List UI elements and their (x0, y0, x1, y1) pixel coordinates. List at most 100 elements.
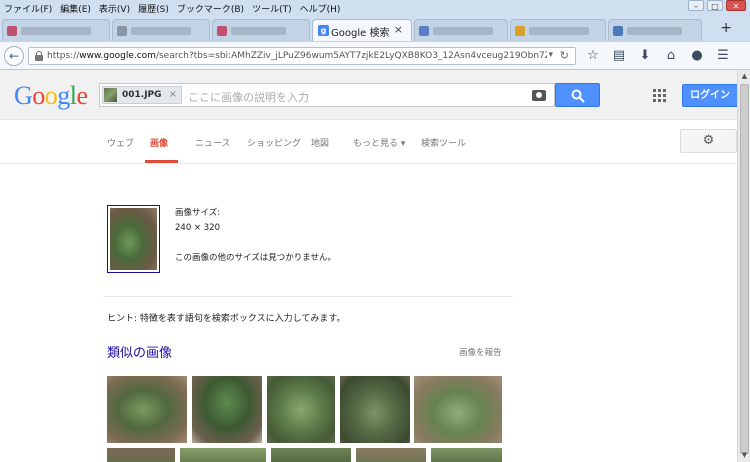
browser-chrome: ファイル(F) 編集(E) 表示(V) 履歴(S) ブックマーク(B) ツール(… (0, 0, 750, 70)
search-placeholder[interactable]: ここに画像の説明を入力 (188, 89, 309, 105)
tab-web[interactable]: ウェブ (107, 136, 134, 149)
browser-window: ファイル(F) 編集(E) 表示(V) 履歴(S) ブックマーク(B) ツール(… (0, 0, 750, 462)
menu-file[interactable]: ファイル(F) (4, 2, 52, 15)
scroll-up-arrow-icon[interactable]: ▲ (738, 70, 750, 83)
query-thumbnail (104, 88, 117, 102)
apps-grid-icon[interactable] (653, 89, 666, 102)
menu-bar: ファイル(F) 編集(E) 表示(V) 履歴(S) ブックマーク(B) ツール(… (0, 0, 340, 16)
query-image-preview[interactable] (107, 205, 160, 273)
google-logo[interactable]: Google (14, 81, 88, 111)
tab-favicon (217, 26, 227, 36)
search-tabs: ウェブ 画像 ニュース ショッピング 地図 もっと見る ▾ 検索ツール ⚙ (0, 121, 745, 164)
tab-search-tools[interactable]: 検索ツール (421, 136, 466, 149)
tab-maps[interactable]: 地図 (311, 136, 329, 149)
active-tab-indicator (145, 160, 178, 163)
tab-favicon (419, 26, 429, 36)
tab-images[interactable]: 画像 (150, 136, 168, 149)
menu-help[interactable]: ヘルプ(H) (300, 2, 341, 15)
similar-image-thumbnail[interactable] (267, 376, 335, 443)
tab-blurred-6[interactable] (608, 19, 702, 41)
new-tab-button[interactable]: + (720, 20, 732, 36)
reading-list-icon[interactable]: ▤ (610, 47, 628, 65)
url-path: /search?tbs=sbi:AMhZZiv_jLPuZ96wum5AYT7z… (155, 51, 547, 61)
similar-image-thumbnail[interactable] (107, 376, 187, 443)
settings-gear-icon[interactable]: ⚙ (680, 129, 737, 153)
home-icon[interactable]: ⌂ (662, 47, 680, 65)
menu-tools[interactable]: ツール(T) (252, 2, 292, 15)
tab-blurred-title (627, 27, 682, 35)
navigation-bar: ← https://www.google.com/search?tbs=sbi:… (0, 41, 750, 69)
minimize-button[interactable]: – (688, 0, 704, 11)
search-hint: ヒント: 特徴を表す語句を検索ボックスに入力してみます。 (107, 314, 346, 324)
similar-image-thumbnail[interactable] (107, 448, 175, 462)
tab-strip: g Google 検索 × + (0, 17, 750, 41)
back-arrow-icon[interactable]: ← (4, 46, 24, 66)
hamburger-menu-icon[interactable]: ☰ (714, 47, 732, 65)
image-size-label: 画像サイズ: (175, 208, 221, 218)
divider (103, 296, 513, 297)
tab-blurred-2[interactable] (112, 19, 210, 41)
scrollbar-thumb[interactable] (740, 84, 749, 454)
similar-image-thumbnail[interactable] (192, 376, 262, 443)
tab-blurred-title (433, 27, 493, 35)
tab-blurred-title (529, 27, 589, 35)
tab-favicon (515, 26, 525, 36)
search-box[interactable]: 001.JPG × ここに画像の説明を入力 (99, 83, 555, 107)
url-host: www.google.com (79, 51, 156, 61)
similar-image-thumbnail[interactable] (340, 376, 410, 443)
tab-close-icon[interactable]: × (394, 23, 403, 36)
url-scheme: https:// (47, 51, 80, 61)
google-favicon-icon: g (318, 25, 329, 36)
google-header: Google 001.JPG × ここに画像の説明を入力 ログイン (0, 70, 745, 120)
bookmark-star-icon[interactable]: ☆ (584, 47, 602, 65)
query-filename: 001.JPG (122, 90, 162, 100)
tab-favicon (117, 26, 127, 36)
similar-image-thumbnail[interactable] (431, 448, 502, 462)
tab-blurred-title (21, 27, 91, 35)
tab-google-search[interactable]: g Google 検索 × (312, 19, 412, 41)
login-button[interactable]: ログイン (682, 84, 738, 107)
tab-favicon (7, 26, 17, 36)
url-dropdown-icon[interactable]: ▾ (548, 50, 553, 60)
scroll-down-arrow-icon[interactable]: ▼ (738, 449, 750, 462)
image-size-value: 240 × 320 (175, 223, 220, 233)
tab-blurred-title (231, 27, 286, 35)
menu-history[interactable]: 履歴(S) (138, 2, 169, 15)
remove-image-icon[interactable]: × (169, 89, 177, 100)
tab-more[interactable]: もっと見る ▾ (353, 136, 405, 149)
menu-view[interactable]: 表示(V) (99, 2, 130, 15)
tab-blurred-1[interactable] (2, 19, 110, 41)
similar-image-thumbnail[interactable] (271, 448, 351, 462)
vertical-scrollbar[interactable]: ▲ ▼ (737, 70, 750, 462)
menu-bookmarks[interactable]: ブックマーク(B) (177, 2, 244, 15)
tab-shopping[interactable]: ショッピング (247, 136, 301, 149)
tab-blurred-title (131, 27, 191, 35)
search-icon (571, 89, 585, 103)
similar-image-thumbnail[interactable] (414, 376, 502, 443)
address-bar[interactable]: https://www.google.com/search?tbs=sbi:AM… (28, 47, 576, 65)
tab-favicon (613, 26, 623, 36)
image-query-chip[interactable]: 001.JPG × (102, 86, 182, 104)
no-other-sizes-text: この画像の他のサイズは見つかりません。 (175, 253, 336, 263)
toolbar-icons: ☆ ▤ ⬇ ⌂ ● ☰ (584, 47, 732, 65)
tab-blurred-3[interactable] (212, 19, 310, 41)
tab-blurred-4[interactable] (414, 19, 508, 41)
tab-title: Google 検索 (331, 28, 390, 39)
search-button[interactable] (555, 83, 600, 107)
close-window-button[interactable]: ✕ (726, 0, 746, 11)
reload-icon[interactable]: ↻ (560, 49, 569, 62)
lock-icon (35, 51, 43, 61)
maximize-button[interactable]: □ (707, 0, 723, 11)
window-controls: – □ ✕ (688, 0, 746, 11)
download-icon[interactable]: ⬇ (636, 47, 654, 65)
url-text[interactable]: https://www.google.com/search?tbs=sbi:AM… (47, 51, 547, 61)
menu-edit[interactable]: 編集(E) (60, 2, 91, 15)
tab-news[interactable]: ニュース (195, 136, 231, 149)
camera-icon[interactable] (532, 90, 546, 101)
report-image-link[interactable]: 画像を報告 (459, 346, 502, 358)
similar-image-thumbnail[interactable] (180, 448, 266, 462)
chat-icon[interactable]: ● (688, 47, 706, 65)
similar-images-heading[interactable]: 類似の画像 (107, 342, 172, 361)
similar-image-thumbnail[interactable] (356, 448, 426, 462)
tab-blurred-5[interactable] (510, 19, 606, 41)
